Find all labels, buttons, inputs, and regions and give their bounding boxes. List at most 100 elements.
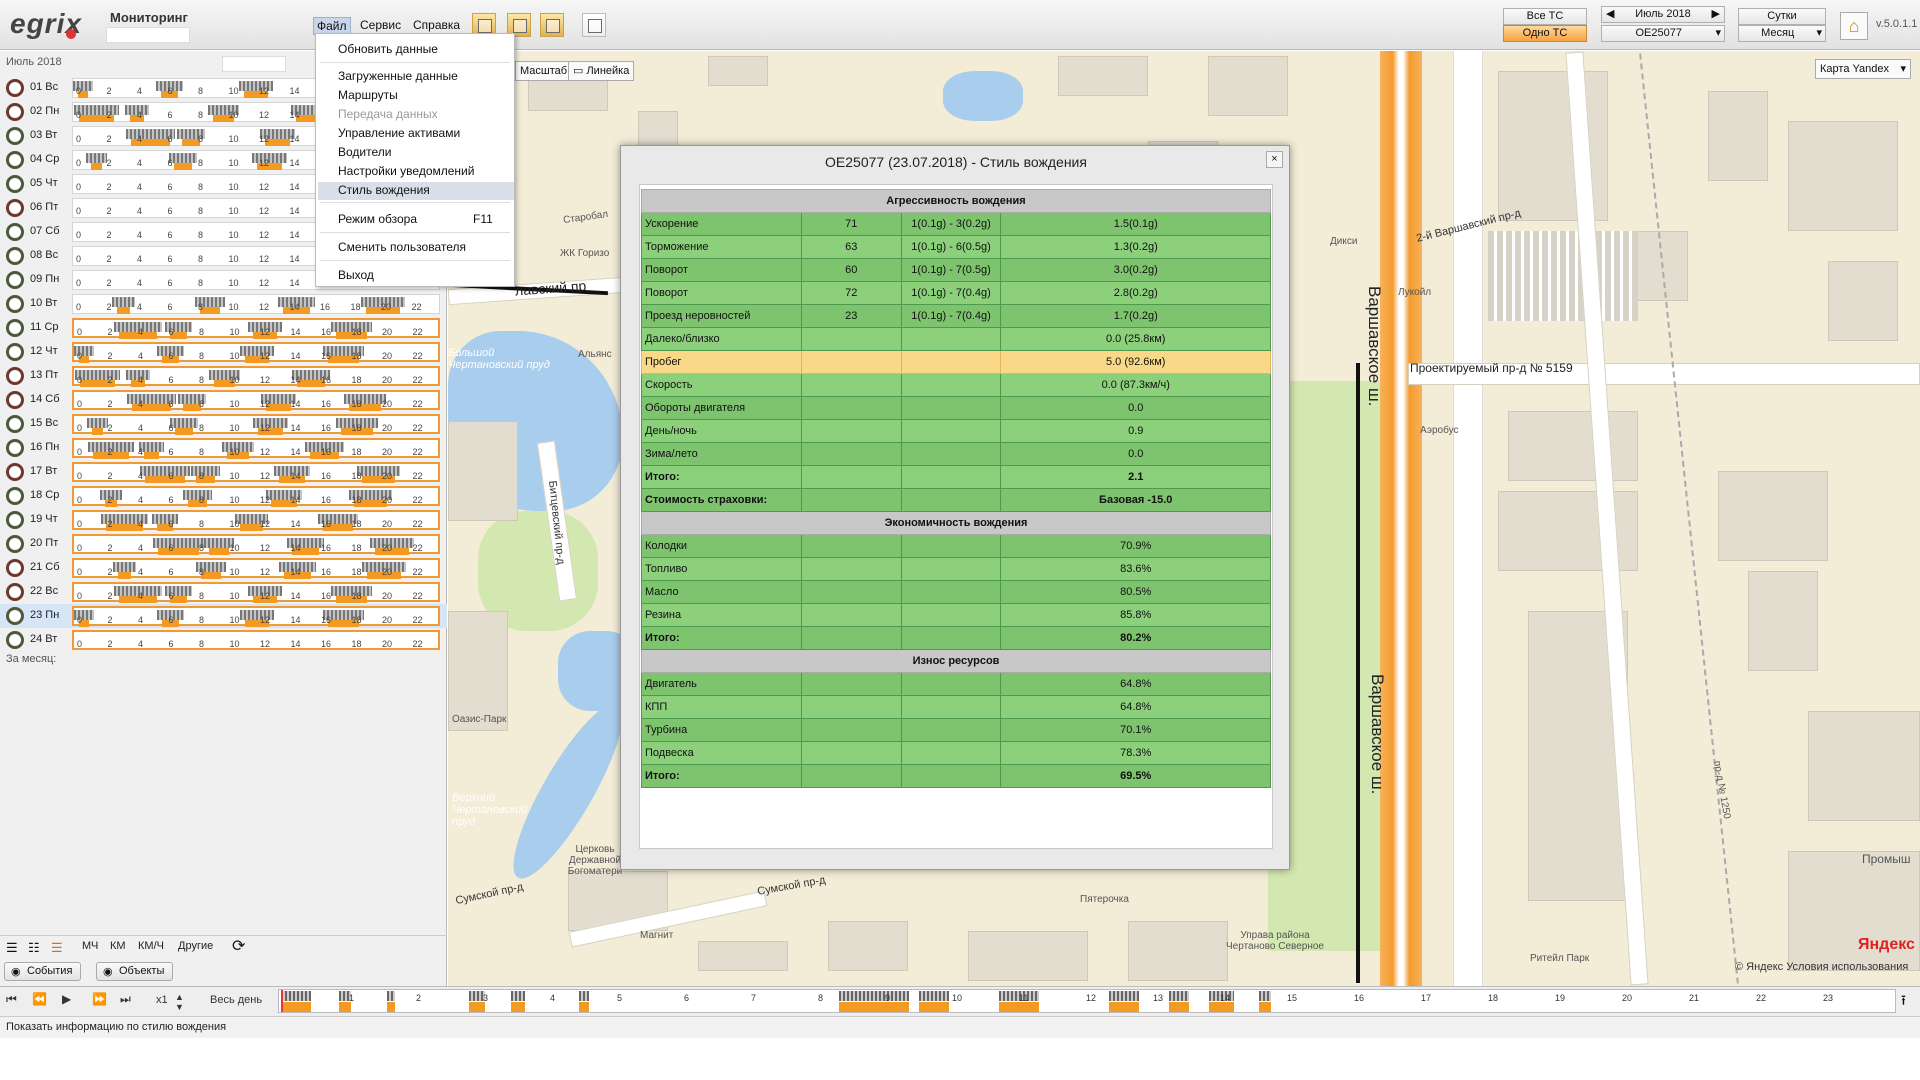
file-menu-item[interactable]: Маршруты: [338, 88, 398, 102]
calendar-day-row[interactable]: 16 Пн 0 2 4 6 8 10 12 14 16 18 20 22: [0, 436, 447, 460]
home-icon[interactable]: ⌂: [1840, 12, 1868, 40]
hour-tick: 10: [229, 567, 240, 577]
table-cell: 23: [800, 304, 902, 328]
refresh-icon[interactable]: ⟳: [232, 936, 245, 956]
hour-tick: 14: [290, 567, 301, 577]
skip-start-icon[interactable]: ⏮: [6, 992, 17, 1007]
other-dropdown[interactable]: Другие: [178, 940, 213, 952]
calendar-day-row[interactable]: 19 Чт 0 2 4 6 8 10 12 14 16 18 20 22: [0, 508, 447, 532]
timeline[interactable]: 1 2 3 4 5 6 7 8 9 10 11 12 13 14 15 16 17 18 19 20 21 22 23: [278, 989, 1896, 1013]
hour-tick: 16: [321, 543, 332, 553]
calendar-day-row[interactable]: 10 Вт 0 2 4 6 8 10 12 14 16 18 20 22: [0, 292, 447, 316]
calendar-day-row[interactable]: 11 Ср 0 2 4 6 8 10 12 14 16 18 20 22: [0, 316, 447, 340]
day-activity-bar[interactable]: 0 2 4 6 8 10 12 14 16 18 20 22: [72, 318, 440, 339]
file-menu-item[interactable]: Сменить пользователя: [338, 240, 466, 254]
kmh-toggle[interactable]: КМ/Ч: [138, 940, 164, 952]
mileage-segment: [117, 307, 130, 314]
km-toggle[interactable]: КМ: [110, 940, 126, 952]
skip-end-icon[interactable]: ⏭: [120, 992, 131, 1007]
month-selector[interactable]: ◀ Июль 2018 ▶: [1601, 6, 1725, 23]
map-label-proezd-5159: Проектируемый пр-д № 5159: [1410, 361, 1573, 375]
calendar-day-row[interactable]: 21 Сб 0 2 4 6 8 10 12 14 16 18 20 22: [0, 556, 447, 580]
speed-stepper-icon[interactable]: ▲ ▼: [175, 992, 184, 1012]
document-icon[interactable]: [582, 13, 606, 37]
calendar-day-row[interactable]: 23 Пн 0 2 4 6 8 10 12 14 16 18 20 22: [0, 604, 447, 628]
file-menu-item[interactable]: Стиль вождения: [338, 183, 430, 197]
grid-icon[interactable]: [540, 13, 564, 37]
next-month-icon[interactable]: ▶: [1712, 7, 1724, 22]
day-activity-bar[interactable]: 0 2 4 6 8 10 12 14 16 18 20 22: [72, 510, 440, 531]
ruler-button[interactable]: ▭ Линейка: [568, 61, 635, 81]
menu-help[interactable]: Справка: [410, 17, 463, 33]
scale-button[interactable]: Масштаб: [515, 61, 573, 81]
calendar-day-row[interactable]: 13 Пт 0 2 4 6 8 10 12 14 16 18 20 22: [0, 364, 447, 388]
mch-toggle[interactable]: МЧ: [82, 940, 98, 952]
day-activity-bar[interactable]: 0 2 4 6 8 10 12 14 16 18 20 22: [72, 390, 440, 411]
file-menu-item[interactable]: Настройки уведомлений: [338, 164, 474, 178]
compact-view-icon[interactable]: ☷: [28, 940, 40, 956]
file-menu-item[interactable]: Водители: [338, 145, 391, 159]
prev-month-icon[interactable]: ◀: [1602, 7, 1614, 22]
map-type-select[interactable]: Карта Yandex ▾: [1815, 59, 1911, 79]
vehicle-select[interactable]: ОЕ25077 ▾: [1601, 25, 1725, 42]
per-month-label: За месяц:: [6, 653, 57, 665]
timeline-mileage: [1259, 1002, 1271, 1012]
play-icon[interactable]: ▶: [62, 992, 71, 1006]
objects-button[interactable]: ◉ Объекты: [96, 962, 174, 981]
calendar-day-row[interactable]: 24 Вт 0 2 4 6 8 10 12 14 16 18 20 22: [0, 628, 447, 652]
all-day-button[interactable]: Весь день: [210, 994, 262, 1006]
month-mode-select[interactable]: Месяц ▾: [1738, 25, 1826, 42]
file-menu-item[interactable]: Режим обзора: [338, 212, 417, 226]
day-mode-button[interactable]: Сутки: [1738, 8, 1826, 25]
day-activity-bar[interactable]: 0 2 4 6 8 10 12 14 16 18 20 22: [72, 462, 440, 483]
menu-service[interactable]: Сервис: [357, 17, 404, 33]
file-menu-item[interactable]: Управление активами: [338, 126, 460, 140]
day-activity-bar[interactable]: 0 2 4 6 8 10 12 14 16 18 20 22: [72, 582, 440, 603]
calendar-day-row[interactable]: 20 Пт 0 2 4 6 8 10 12 14 16 18 20 22: [0, 532, 447, 556]
day-activity-bar[interactable]: 0 2 4 6 8 10 12 14 16 18 20 22: [72, 414, 440, 435]
day-activity-bar[interactable]: 0 2 4 6 8 10 12 14 16 18 20 22: [72, 342, 440, 363]
day-activity-bar[interactable]: 0 2 4 6 8 10 12 14 16 18 20 22: [72, 486, 440, 507]
day-activity-bar[interactable]: 0 2 4 6 8 10 12 14 16 18 20 22: [72, 438, 440, 459]
file-menu-item[interactable]: Загруженные данные: [338, 69, 458, 83]
day-activity-bar[interactable]: 0 2 4 6 8 10 12 14 16 18 20 22: [72, 366, 440, 387]
calendar-day-row[interactable]: 22 Вс 0 2 4 6 8 10 12 14 16 18 20 22: [0, 580, 447, 604]
calendar-day-row[interactable]: 12 Чт 0 2 4 6 8 10 12 14 16 18 20 22: [0, 340, 447, 364]
table-row: Далеко/близко 0.0 (25.8км): [641, 327, 1271, 351]
hour-tick: 4: [137, 278, 143, 288]
hour-tick: 12: [260, 567, 271, 577]
calendar-search-field[interactable]: [222, 56, 286, 72]
file-menu-item[interactable]: Обновить данные: [338, 42, 438, 56]
close-icon[interactable]: ×: [1266, 151, 1283, 168]
day-activity-bar[interactable]: 0 2 4 6 8 10 12 14 16 18 20 22: [72, 558, 440, 579]
table-cell: 1(0.1g) - 6(0.5g): [900, 235, 1002, 259]
day-activity-bar[interactable]: 0 2 4 6 8 10 12 14 16 18 20 22: [72, 294, 440, 314]
hour-tick: 18: [351, 567, 362, 577]
file-menu-item[interactable]: Выход: [338, 268, 374, 282]
step-back-icon[interactable]: ⏪: [32, 992, 47, 1006]
calendar-day-row[interactable]: 18 Ср 0 2 4 6 8 10 12 14 16 18 20 22: [0, 484, 447, 508]
day-activity-bar[interactable]: 0 2 4 6 8 10 12 14 16 18 20 22: [72, 534, 440, 555]
step-forward-icon[interactable]: ⏩: [92, 992, 107, 1006]
calendar-day-row[interactable]: 14 Сб 0 2 4 6 8 10 12 14 16 18 20 22: [0, 388, 447, 412]
speed-select[interactable]: x1: [156, 994, 168, 1006]
scroll-up-icon[interactable]: ⭱: [1901, 990, 1906, 1014]
timeline-activity: [579, 991, 589, 1001]
all-vehicles-button[interactable]: Все ТС: [1503, 8, 1587, 25]
day-activity-bar[interactable]: 0 2 4 6 8 10 12 14 16 18 20 22: [72, 606, 440, 627]
day-activity-bar[interactable]: 0 2 4 6 8 10 12 14 16 18 20 22: [72, 630, 440, 650]
map-label-zhk-horizon: ЖК Горизо: [560, 248, 610, 259]
hour-tick: 12: [260, 399, 271, 409]
hour-tick: 2: [107, 351, 113, 361]
user-field[interactable]: [106, 27, 190, 43]
timeline-cursor[interactable]: [281, 990, 283, 1012]
calendar-day-row[interactable]: 17 Вт 0 2 4 6 8 10 12 14 16 18 20 22: [0, 460, 447, 484]
map-copyright[interactable]: © Яндекс Условия использования: [1735, 961, 1908, 973]
chevron-down-icon: ▾: [1900, 63, 1906, 75]
table-cell: 1(0.1g) - 7(0.4g): [900, 304, 1002, 328]
color-view-icon[interactable]: ☰: [51, 940, 63, 956]
events-button[interactable]: ◉ События: [4, 962, 82, 981]
one-vehicle-button[interactable]: Одно ТС: [1503, 25, 1587, 42]
list-view-icon[interactable]: ☰: [6, 940, 18, 956]
calendar-day-row[interactable]: 15 Вс 0 2 4 6 8 10 12 14 16 18 20 22: [0, 412, 447, 436]
